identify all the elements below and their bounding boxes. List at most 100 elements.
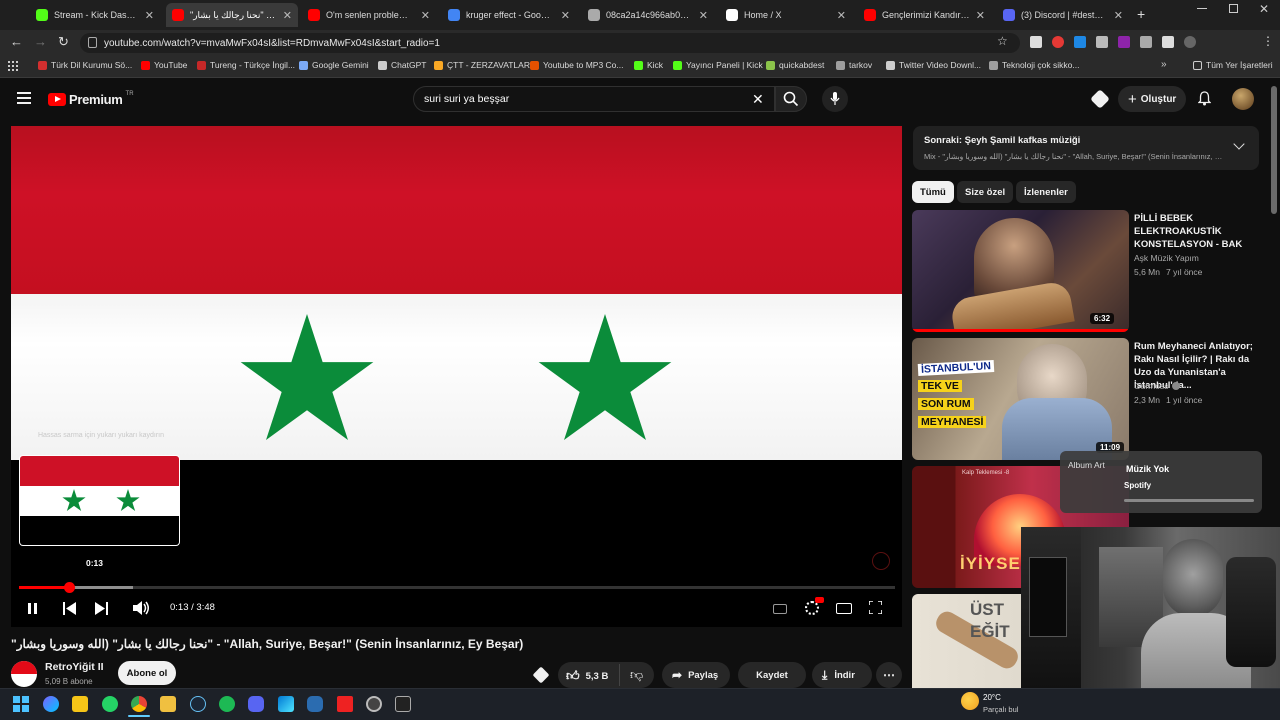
close-tab-icon[interactable]: ✕ <box>1114 9 1123 22</box>
more-bookmarks-icon[interactable]: » <box>1161 59 1167 70</box>
share-button[interactable]: ➦ Paylaş <box>662 662 730 688</box>
bookmark-item[interactable]: Yayıncı Paneli | Kick <box>673 60 763 70</box>
pause-button[interactable] <box>28 603 37 614</box>
obs-icon[interactable] <box>366 696 382 712</box>
spotify-widget[interactable]: Album Art Müzik Yok Spotify <box>1060 451 1262 513</box>
close-tab-icon[interactable]: ✕ <box>699 9 708 22</box>
bookmark-item[interactable]: Kick <box>634 60 663 70</box>
whatsapp-icon[interactable] <box>102 696 118 712</box>
extension-icon[interactable] <box>1052 36 1064 48</box>
browser-tab[interactable]: (3) Discord | #destansı-ch ✕ <box>997 3 1129 27</box>
recommendation-item[interactable]: İSTANBUL'UN TEK VE SON RUM MEYHANESİ 11:… <box>912 338 1262 460</box>
subscribe-button[interactable]: Abone ol <box>118 661 176 685</box>
browser-tab[interactable]: "نحنا رجالك يا بشار" (Allah, Su ✕ <box>166 3 298 27</box>
bookmark-star-icon[interactable]: ☆ <box>997 34 1008 48</box>
youtube-logo[interactable]: Premium TR <box>48 91 134 107</box>
notifications-bell-icon[interactable] <box>1197 91 1212 106</box>
app-icon[interactable] <box>307 696 323 712</box>
acrobat-icon[interactable] <box>337 696 353 712</box>
windows-start-icon[interactable] <box>13 696 29 712</box>
chip-watched[interactable]: İzlenenler <box>1016 181 1076 203</box>
page-scrollbar[interactable] <box>1271 86 1277 214</box>
save-button[interactable]: Kaydet <box>738 662 806 688</box>
puzzle-icon[interactable] <box>1162 36 1174 48</box>
bookmark-item[interactable]: Youtube to MP3 Co... <box>530 60 624 70</box>
settings-gear-icon[interactable] <box>805 597 824 615</box>
voice-search-button[interactable] <box>822 86 848 112</box>
forward-icon[interactable]: → <box>34 34 47 49</box>
account-avatar[interactable] <box>1232 88 1254 110</box>
extension-icon[interactable] <box>1030 36 1042 48</box>
close-window-icon[interactable]: ✕ <box>1259 2 1269 16</box>
bookmark-item[interactable]: YouTube <box>141 60 187 70</box>
store-icon[interactable] <box>278 696 294 712</box>
chip-for-you[interactable]: Size özel <box>957 181 1014 203</box>
steam-icon[interactable] <box>190 696 206 712</box>
fullscreen-button[interactable] <box>868 600 883 619</box>
volume-button[interactable] <box>133 601 150 620</box>
channel-name[interactable]: RetroYiğit II <box>45 661 104 673</box>
close-tab-icon[interactable]: ✕ <box>145 9 154 22</box>
new-tab-button[interactable]: + <box>1137 6 1145 22</box>
like-button[interactable]: 👍︎ 5,3 B <box>566 668 608 684</box>
recommendation-item[interactable]: 6:32 PİLLİ BEBEK ELEKTROAKUSTİK KONSTELA… <box>912 210 1262 332</box>
premium-lounge-icon[interactable] <box>1090 89 1110 109</box>
browser-tab[interactable]: 08ca2a14c966ab02b4167 ✕ <box>582 3 714 27</box>
bookmark-item[interactable]: Teknoloji çok sikko... <box>989 60 1079 70</box>
next-button[interactable] <box>95 602 108 620</box>
progress-bar[interactable] <box>19 582 895 593</box>
browser-tab[interactable]: O'm senlen problemim va ✕ <box>302 3 436 27</box>
discord-icon[interactable] <box>248 696 264 712</box>
channel-avatar[interactable] <box>11 661 37 687</box>
bookmark-item[interactable]: Tureng - Türkçe İngil... <box>197 60 295 70</box>
up-next-card[interactable]: Sonraki: Şeyh Şamil kafkas müziği Mix - … <box>913 126 1259 170</box>
video-player[interactable]: Hassas sarma için yukarı yukarı kaydırın… <box>11 126 902 627</box>
chrome-icon[interactable] <box>131 696 147 712</box>
close-tab-icon[interactable]: ✕ <box>283 9 292 22</box>
spotify-icon[interactable] <box>219 696 235 712</box>
terminal-icon[interactable] <box>395 696 411 712</box>
browser-tab[interactable]: Stream - Kick Dashboard ✕ <box>30 3 160 27</box>
address-bar[interactable]: youtube.com/watch?v=mvaMwFx04sI&list=RDm… <box>80 33 1020 53</box>
bookmark-item[interactable]: Twitter Video Downl... <box>886 60 981 70</box>
close-tab-icon[interactable]: ✕ <box>837 9 846 22</box>
maximize-icon[interactable] <box>1229 4 1238 13</box>
clear-search-icon[interactable]: ✕ <box>752 91 764 108</box>
search-input[interactable]: suri suri ya beşşar <box>413 86 775 112</box>
copilot-icon[interactable] <box>43 696 59 712</box>
extension-icon[interactable] <box>1074 36 1086 48</box>
browser-tab[interactable]: kruger effect - Google'da ✕ <box>442 3 576 27</box>
chip-all[interactable]: Tümü <box>912 181 954 203</box>
previous-button[interactable] <box>63 602 76 620</box>
chevron-down-icon[interactable] <box>1233 138 1245 150</box>
site-info-icon[interactable] <box>88 37 97 48</box>
apps-grid-icon[interactable] <box>8 61 18 71</box>
bookmark-item[interactable]: tarkov <box>836 60 872 70</box>
close-tab-icon[interactable]: ✕ <box>421 9 430 22</box>
dislike-button[interactable]: 👎︎ <box>630 667 643 683</box>
create-button[interactable]: + Oluştur <box>1118 86 1186 112</box>
bookmark-item[interactable]: Türk Dil Kurumu Sö... <box>38 60 132 70</box>
all-bookmarks-folder[interactable]: Tüm Yer İşaretleri <box>1193 60 1273 70</box>
sticky-notes-icon[interactable] <box>72 696 88 712</box>
download-button[interactable]: ⤓ İndir <box>812 662 872 688</box>
extension-icon[interactable] <box>1140 36 1152 48</box>
premium-action-icon[interactable] <box>532 666 550 684</box>
extension-icon[interactable] <box>1096 36 1108 48</box>
bookmark-item[interactable]: ÇTT - ZERZAVATLAR <box>434 60 530 70</box>
more-actions-button[interactable]: ⋯ <box>876 662 902 688</box>
search-button[interactable] <box>775 86 807 112</box>
browser-menu-icon[interactable]: ⋮ <box>1262 34 1274 48</box>
hamburger-menu-icon[interactable] <box>17 92 31 104</box>
scrubber-handle[interactable] <box>63 582 75 593</box>
reload-icon[interactable]: ↻ <box>58 34 69 50</box>
theater-mode-icon[interactable] <box>836 603 852 614</box>
extension-icon[interactable] <box>1118 36 1130 48</box>
browser-tab[interactable]: Home / X ✕ <box>720 3 852 27</box>
profile-avatar[interactable] <box>1184 36 1196 48</box>
browser-tab[interactable]: Gençlerimizi Kandırıyorla ✕ <box>858 3 991 27</box>
bookmark-item[interactable]: quickabdest <box>766 60 824 70</box>
file-explorer-icon[interactable] <box>160 696 176 712</box>
minimize-icon[interactable] <box>1197 8 1207 9</box>
close-tab-icon[interactable]: ✕ <box>976 9 985 22</box>
